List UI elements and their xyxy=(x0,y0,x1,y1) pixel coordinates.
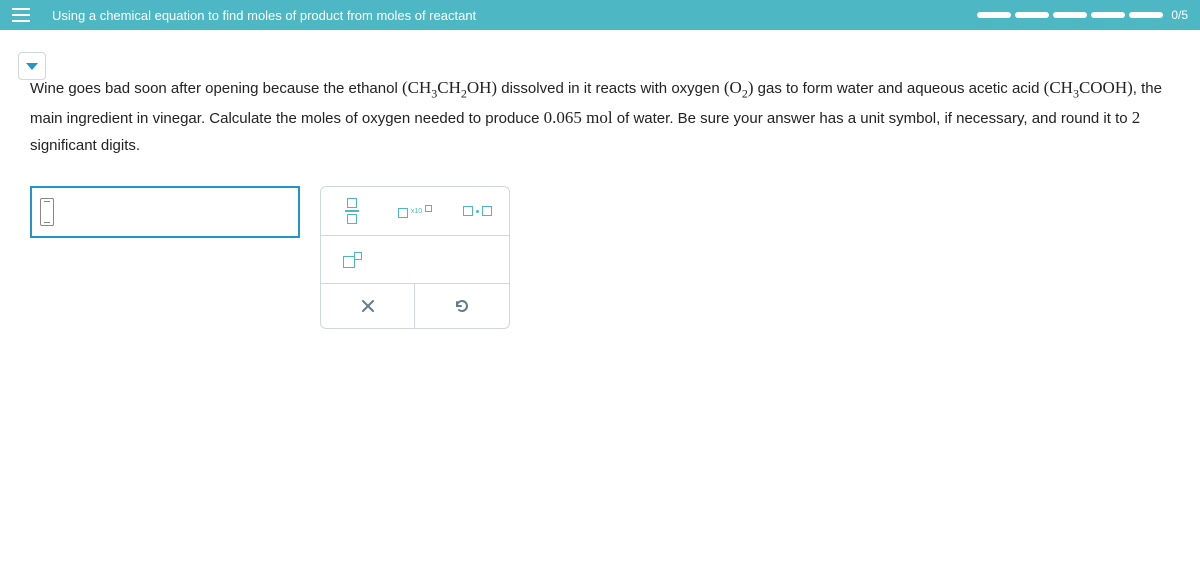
reset-button[interactable] xyxy=(415,284,509,328)
clear-button[interactable] xyxy=(321,284,415,328)
cursor-icon xyxy=(40,198,54,226)
progress-area: 0/5 xyxy=(977,8,1188,22)
text-segment: significant digits. xyxy=(30,137,140,154)
value-moles: 0.065 mol xyxy=(544,108,613,127)
formula-acetic: (CH3COOH) xyxy=(1044,78,1133,97)
tool-panel: x10 xyxy=(320,186,510,329)
formula-ethanol: (CH3CH2OH) xyxy=(402,78,497,97)
progress-text: 0/5 xyxy=(1171,8,1188,22)
page-title: Using a chemical equation to find moles … xyxy=(52,8,977,23)
multiply-icon xyxy=(463,206,492,216)
input-row: x10 xyxy=(30,186,1170,329)
answer-input[interactable] xyxy=(30,186,300,238)
scientific-icon: x10 xyxy=(398,205,432,218)
close-icon xyxy=(360,298,376,314)
superscript-icon xyxy=(343,252,362,268)
expand-toggle[interactable] xyxy=(18,52,46,80)
multiply-button[interactable] xyxy=(446,187,509,235)
header-bar: Using a chemical equation to find moles … xyxy=(0,0,1200,30)
text-segment: gas to form water and aqueous acetic aci… xyxy=(758,80,1044,97)
question-content: Wine goes bad soon after opening because… xyxy=(0,30,1200,349)
fraction-icon xyxy=(345,198,359,224)
reset-icon xyxy=(453,297,471,315)
progress-bar xyxy=(977,12,1163,18)
fraction-button[interactable] xyxy=(321,187,384,235)
chevron-down-icon xyxy=(26,63,38,70)
formula-oxygen: (O2) xyxy=(724,78,754,97)
sig-digits: 2 xyxy=(1132,108,1141,127)
text-segment: dissolved in it reacts with oxygen xyxy=(501,80,724,97)
empty-cell xyxy=(384,235,509,283)
question-text: Wine goes bad soon after opening because… xyxy=(30,74,1170,158)
text-segment: Wine goes bad soon after opening because… xyxy=(30,80,402,97)
superscript-button[interactable] xyxy=(321,235,384,283)
scientific-button[interactable]: x10 xyxy=(384,187,447,235)
text-segment: of water. Be sure your answer has a unit… xyxy=(613,110,1132,127)
menu-icon[interactable] xyxy=(12,3,36,27)
